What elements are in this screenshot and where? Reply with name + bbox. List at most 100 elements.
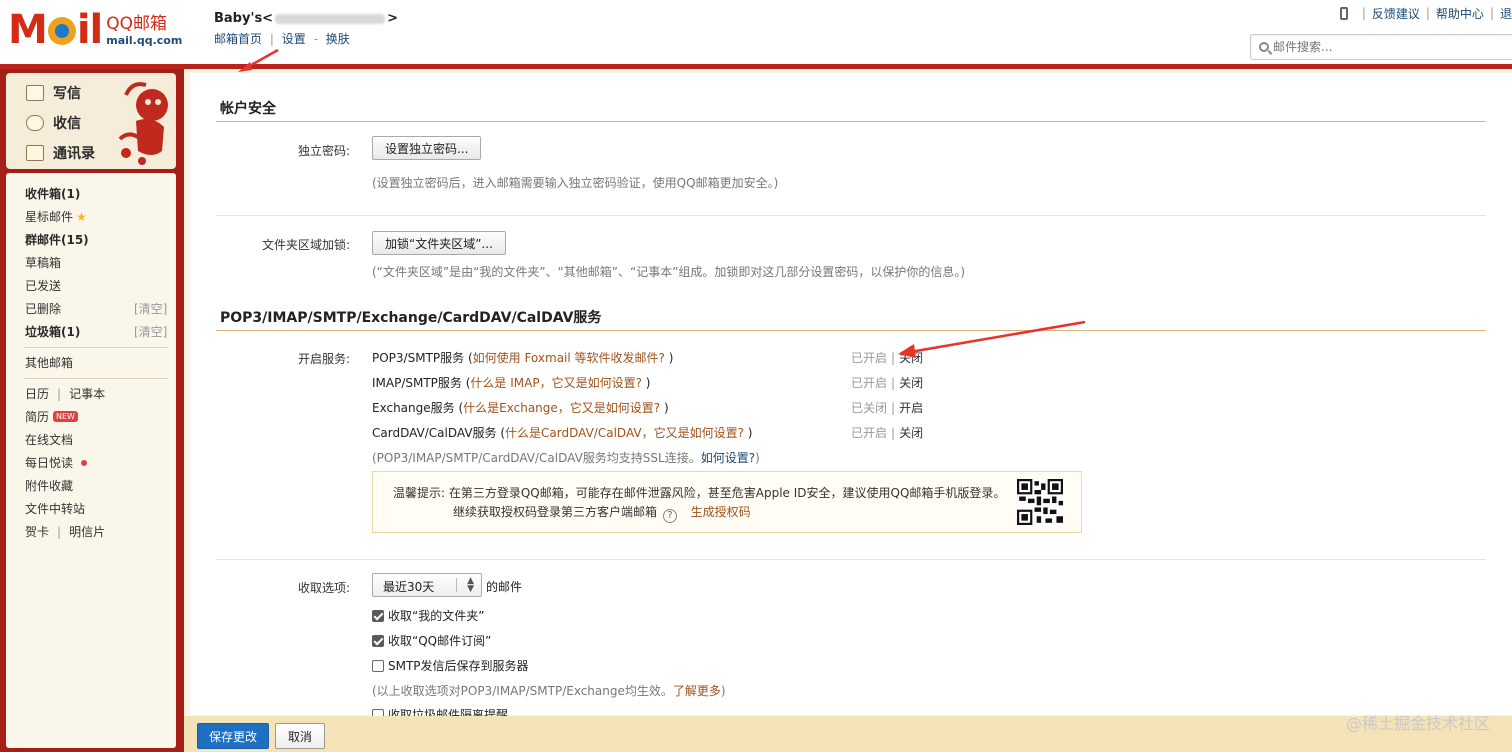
checkbox-my-folders[interactable] <box>372 609 384 622</box>
folder-lock-label: 文件夹区域加锁: <box>261 238 350 252</box>
search-input[interactable] <box>1273 40 1493 54</box>
generate-auth-code-link[interactable]: 生成授权码 <box>691 505 751 519</box>
attachments-link[interactable]: 附件收藏 <box>25 477 73 494</box>
resume-link[interactable]: 简历 NEW <box>25 408 78 425</box>
service-imap-smtp: IMAP/SMTP服务 (什么是 IMAP，它又是如何设置? ) <box>372 376 651 390</box>
folder-drafts[interactable]: 草稿箱 <box>25 254 61 271</box>
quick-actions: 写信 收信 通讯录 <box>6 73 176 169</box>
top-right-links: | 反馈建议 | 帮助中心 | 退 <box>1339 4 1512 22</box>
feedback-link[interactable]: 反馈建议 <box>1372 5 1420 22</box>
header-links: 邮箱首页 | 设置 - 换肤 <box>214 32 350 46</box>
security-tip-box: 温馨提示: 在第三方登录QQ邮箱，可能存在邮件泄露风险，甚至危害Apple ID… <box>372 471 1082 533</box>
qq-mail-logo[interactable]: Mil QQ邮箱 mail.qq.com <box>8 10 182 50</box>
folder-spam[interactable]: 垃圾箱(1) [清空] <box>25 323 170 340</box>
main-frame: 帐户安全 独立密码: 设置独立密码... (设置独立密码后，进入邮箱需要输入独立… <box>184 69 1512 752</box>
help-question-icon[interactable]: ? <box>662 509 677 523</box>
notes-link[interactable]: 记事本 <box>69 385 105 402</box>
carddav-toggle-link[interactable]: 关闭 <box>899 426 923 440</box>
checkbox-qq-subscriptions[interactable] <box>372 634 384 647</box>
unread-dot <box>81 459 88 466</box>
daily-read-link[interactable]: 每日悦读 <box>25 454 88 471</box>
redacted-email <box>275 13 386 24</box>
imap-toggle-link[interactable]: 关闭 <box>899 376 923 390</box>
standalone-password-label: 独立密码: <box>297 144 350 158</box>
pop3-toggle-link[interactable]: 关闭 <box>899 351 923 365</box>
carddav-help-link[interactable]: 什么是CardDAV/CalDAV，它又是如何设置? <box>505 426 744 440</box>
save-changes-button[interactable]: 保存更改 <box>197 723 269 749</box>
service-exchange: Exchange服务 (什么是Exchange，它又是如何设置? ) <box>372 401 669 415</box>
option-smtp-save[interactable]: SMTP发信后保存到服务器 <box>372 657 529 674</box>
folder-lock-hint: (“文件夹区域”是由“我的文件夹”、“其他邮箱”、“记事本”组成。加锁即对这几部… <box>372 265 966 279</box>
option-qq-subscriptions[interactable]: 收取“QQ邮件订阅” <box>372 632 491 649</box>
exchange-help-link[interactable]: 什么是Exchange，它又是如何设置? <box>463 401 660 415</box>
section-rule <box>216 330 1486 331</box>
help-center-link[interactable]: 帮助中心 <box>1436 5 1484 22</box>
ssl-hint: (POP3/IMAP/SMTP/CardDAV/CalDAV服务均支持SSL连接… <box>372 451 760 465</box>
compose-button[interactable]: 写信 <box>26 83 81 103</box>
folder-sent[interactable]: 已发送 <box>25 277 61 294</box>
cancel-button[interactable]: 取消 <box>275 723 325 749</box>
footer-action-bar: 保存更改 取消 <box>184 716 1512 752</box>
mail-search[interactable] <box>1250 34 1512 60</box>
imap-help-link[interactable]: 什么是 IMAP，它又是如何设置? <box>470 376 642 390</box>
receive-icon <box>26 115 44 131</box>
tip-line-2: 继续获取授权码登录第三方客户端邮箱 ? 生成授权码 <box>453 505 751 523</box>
option-my-folders[interactable]: 收取“我的文件夹” <box>372 607 484 624</box>
services-title: POP3/IMAP/SMTP/Exchange/CardDAV/CalDAV服务 <box>220 310 602 326</box>
learn-more-link[interactable]: 了解更多 <box>673 684 721 698</box>
checkbox-smtp-save[interactable] <box>372 659 384 672</box>
set-standalone-password-button[interactable]: 设置独立密码... <box>372 136 482 160</box>
mail-home-link[interactable]: 邮箱首页 <box>214 32 262 46</box>
star-icon: ★ <box>76 209 87 224</box>
folder-groups[interactable]: 群邮件(15) <box>25 231 89 248</box>
service-pop3-smtp: POP3/SMTP服务 (如何使用 Foxmail 等软件收发邮件? ) <box>372 351 674 365</box>
folder-list: 收件箱(1) 星标邮件 ★ 群邮件(15) 草稿箱 已发送 已删除 [清空] 垃圾箱… <box>6 173 176 748</box>
mobile-icon[interactable] <box>1339 6 1348 20</box>
account-security-title: 帐户安全 <box>220 101 276 117</box>
lock-folder-area-button[interactable]: 加锁“文件夹区域”... <box>372 231 506 255</box>
online-docs-link[interactable]: 在线文档 <box>25 431 73 448</box>
divider <box>24 347 168 348</box>
greeting-cards-link[interactable]: 贺卡 <box>25 523 49 540</box>
folder-starred[interactable]: 星标邮件 ★ <box>25 208 87 225</box>
clear-deleted-link[interactable]: [清空] <box>134 300 167 317</box>
pop3-help-link[interactable]: 如何使用 Foxmail 等软件收发邮件? <box>473 351 665 365</box>
divider <box>216 559 1486 560</box>
folder-inbox[interactable]: 收件箱(1) <box>25 185 80 202</box>
sidebar: 写信 收信 通讯录 收件箱(1) 星标邮件 ★ 群邮件(15) 草稿箱 已发送 已… <box>0 69 184 752</box>
settings-link[interactable]: 设置 <box>282 32 306 46</box>
clear-spam-link[interactable]: [清空] <box>134 323 167 340</box>
select-arrows-icon: ▲ ▼ <box>467 576 474 594</box>
search-icon <box>1259 42 1269 52</box>
skin-link[interactable]: 换肤 <box>326 32 350 46</box>
ssl-howto-link[interactable]: 如何设置? <box>701 451 755 465</box>
carddav-status: 已开启 | 关闭 <box>851 426 924 440</box>
divider <box>216 215 1486 216</box>
settings-panel: 帐户安全 独立密码: 设置独立密码... (设置独立密码后，进入邮箱需要输入独立… <box>190 73 1512 722</box>
account-name: Baby's< > <box>214 11 398 26</box>
receive-range-select[interactable]: 最近30天 ▲ ▼ <box>372 573 482 597</box>
receive-options-label: 收取选项: <box>297 581 350 595</box>
contacts-button[interactable]: 通讯录 <box>26 143 95 163</box>
new-badge: NEW <box>53 411 78 422</box>
contacts-icon <box>26 145 44 161</box>
postcards-link[interactable]: 明信片 <box>69 523 105 540</box>
qr-code-icon[interactable] <box>1017 479 1063 525</box>
service-carddav-caldav: CardDAV/CalDAV服务 (什么是CardDAV/CalDAV，它又是如… <box>372 426 753 440</box>
exchange-status: 已关闭 | 开启 <box>851 401 924 415</box>
logout-link[interactable]: 退 <box>1500 5 1512 22</box>
divider <box>24 378 168 379</box>
compose-icon <box>26 85 44 101</box>
section-rule <box>216 121 1486 122</box>
imap-status: 已开启 | 关闭 <box>851 376 924 390</box>
receive-range-suffix: 的邮件 <box>486 580 523 594</box>
calendar-link[interactable]: 日历 <box>25 385 49 402</box>
folder-deleted[interactable]: 已删除 [清空] <box>25 300 170 317</box>
exchange-toggle-link[interactable]: 开启 <box>899 401 923 415</box>
receive-button[interactable]: 收信 <box>26 113 81 133</box>
file-transfer-link[interactable]: 文件中转站 <box>25 500 85 517</box>
receive-options-hint: (以上收取选项对POP3/IMAP/SMTP/Exchange均生效。了解更多) <box>372 684 726 698</box>
watermark: @稀土掘金技术社区 <box>1345 714 1490 733</box>
enable-services-label: 开启服务: <box>297 352 350 366</box>
folder-other-mailboxes[interactable]: 其他邮箱 <box>25 354 73 371</box>
